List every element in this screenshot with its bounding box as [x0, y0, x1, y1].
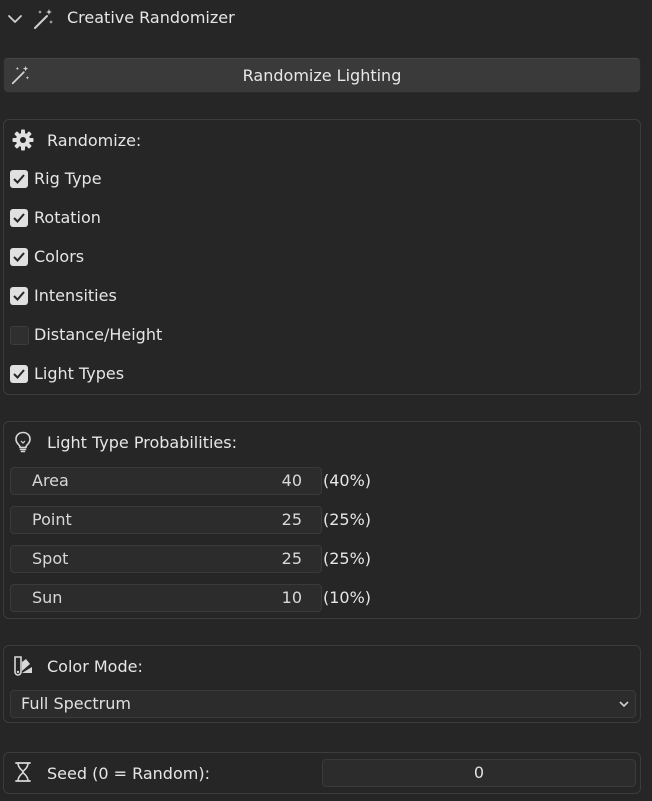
- probability-percent: (10%): [323, 588, 372, 607]
- color-swatch-icon: [14, 656, 32, 676]
- seed-input[interactable]: 0: [322, 759, 636, 787]
- checkbox-icon[interactable]: [10, 170, 28, 188]
- creative-randomizer-panel: Creative Randomizer Randomize Lighting R…: [0, 0, 652, 801]
- gear-icon: [12, 129, 34, 151]
- chevron-down-icon[interactable]: [6, 10, 24, 28]
- panel-title: Creative Randomizer: [67, 8, 235, 27]
- probability-field-sun[interactable]: Sun 10: [10, 584, 322, 612]
- randomize-options-box: Randomize: Rig Type Rotation Colors Inte…: [3, 119, 641, 395]
- magic-wand-icon: [34, 9, 53, 29]
- checkbox-icon[interactable]: [10, 365, 28, 383]
- checkbox-icon[interactable]: [10, 248, 28, 266]
- checkbox-icon[interactable]: [10, 209, 28, 227]
- panel-header[interactable]: Creative Randomizer: [0, 0, 652, 38]
- probability-percent: (40%): [323, 471, 372, 490]
- hourglass-icon: [15, 762, 31, 782]
- checkbox-icon[interactable]: [10, 326, 29, 345]
- lightbulb-icon: [15, 431, 31, 453]
- probability-field-area[interactable]: Area 40: [10, 467, 322, 495]
- checkbox-icon[interactable]: [10, 287, 28, 305]
- color-mode-title: Color Mode:: [47, 657, 143, 676]
- probability-percent: (25%): [323, 549, 372, 568]
- probability-percent: (25%): [323, 510, 372, 529]
- probabilities-title: Light Type Probabilities:: [47, 433, 237, 452]
- chevron-down-icon: [619, 701, 629, 708]
- probability-field-point[interactable]: Point 25: [10, 506, 322, 534]
- seed-box: Seed (0 = Random): 0: [3, 752, 641, 794]
- color-mode-box: Color Mode: Full Spectrum: [3, 645, 641, 723]
- seed-label: Seed (0 = Random):: [47, 764, 210, 783]
- probability-field-spot[interactable]: Spot 25: [10, 545, 322, 573]
- randomize-lighting-label: Randomize Lighting: [242, 66, 402, 85]
- color-mode-dropdown[interactable]: Full Spectrum: [10, 690, 636, 718]
- randomize-title: Randomize:: [47, 131, 142, 150]
- light-probabilities-box: Light Type Probabilities: Area 40 (40%) …: [3, 421, 641, 619]
- randomize-lighting-button[interactable]: Randomize Lighting: [3, 57, 641, 93]
